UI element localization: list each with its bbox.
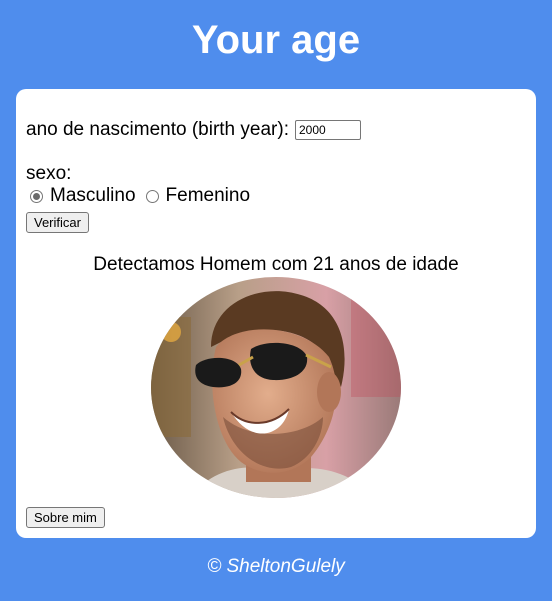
man-portrait-icon — [151, 277, 401, 498]
result-text: Detectamos Homem com 21 anos de idade — [93, 254, 459, 275]
header: Your age — [0, 0, 552, 80]
verify-button[interactable]: Verificar — [26, 212, 89, 233]
page-title: Your age — [191, 17, 361, 62]
radio-masculino[interactable] — [30, 189, 43, 203]
radio-femenino[interactable] — [145, 189, 159, 203]
about-button[interactable]: Sobre mim — [26, 507, 105, 528]
footer-credit: © SheltonGulely — [207, 556, 345, 577]
birth-year-input[interactable] — [294, 120, 361, 140]
radio-femenino-label: Femenino — [165, 185, 251, 206]
radio-masculino-label: Masculino — [50, 185, 136, 206]
birth-year-row: ano de nascimento (birth year): — [26, 119, 361, 141]
sex-label: sexo: — [26, 163, 72, 184]
birth-year-label: ano de nascimento (birth year): — [26, 119, 289, 140]
sex-radio-group: Masculino Femenino — [30, 185, 260, 207]
man-portrait-photo — [151, 277, 401, 498]
radio-option-femenino[interactable]: Femenino — [145, 185, 251, 207]
main-card: ano de nascimento (birth year): sexo: Ma… — [16, 89, 536, 538]
radio-option-masculino[interactable]: Masculino — [30, 185, 136, 207]
